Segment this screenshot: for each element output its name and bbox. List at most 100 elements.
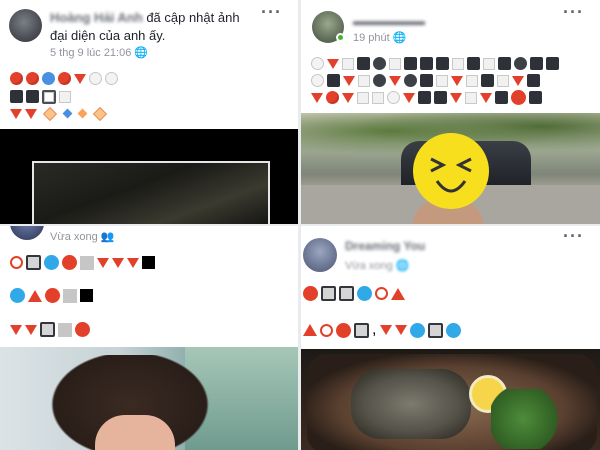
black-square-icon: [529, 91, 542, 105]
timestamp-text: Vừa xong: [50, 231, 98, 243]
post-photo[interactable]: [0, 129, 298, 224]
black-circle-icon: [514, 57, 527, 71]
post-card-top-left: Hoàng Hải Anh đã cập nhật ảnh đại diện c…: [0, 0, 298, 224]
white-square-icon: [389, 57, 401, 70]
hollow-red-circle-icon: [320, 323, 333, 337]
emoji-row-1: [10, 71, 121, 87]
emoji-row-3: [10, 322, 93, 338]
black-square-icon: [404, 57, 417, 71]
white-square-icon: [436, 74, 448, 87]
black-circle-icon: [373, 57, 386, 71]
globe-icon: 🌐: [134, 47, 149, 59]
post-timestamp[interactable]: Vừa xong 🌐: [345, 259, 410, 272]
black-square-icon: [10, 90, 23, 104]
red-triangle-up-icon: [28, 289, 42, 302]
emoji-row-3: [311, 90, 545, 106]
white-square-icon: [59, 90, 71, 103]
red-triangle-down-icon: [480, 92, 492, 103]
black-square-icon: [527, 74, 540, 88]
red-triangle-down-icon: [10, 108, 22, 119]
profile-photo-frame: [32, 161, 270, 224]
black-circle-icon: [373, 74, 386, 88]
red-triangle-down-icon: [10, 324, 22, 335]
collage: Hoàng Hải Anh đã cập nhật ảnh đại diện c…: [0, 0, 600, 450]
avatar[interactable]: [10, 226, 44, 240]
post-timestamp[interactable]: 19 phút 🌐: [353, 31, 406, 44]
white-square-icon: [466, 74, 478, 87]
author-name[interactable]: Hoàng Hải Anh: [50, 10, 143, 25]
red-circle-icon: [303, 286, 318, 302]
red-triangle-down-icon: [25, 108, 37, 119]
red-triangle-down-icon: [403, 92, 415, 103]
comma-text: ,: [372, 321, 377, 338]
red-triangle-down-icon: [512, 75, 524, 86]
white-square-icon: [465, 91, 477, 104]
blue-diamond-icon: [62, 108, 73, 119]
red-triangle-up-icon: [303, 324, 317, 336]
black-circle-icon: [404, 74, 417, 88]
timestamp-text: 5 thg 9 lúc 21:06: [50, 47, 132, 59]
framed-square-icon: [42, 89, 56, 104]
white-square-icon: [372, 91, 384, 104]
red-triangle-up-icon: [391, 287, 405, 300]
orange-diamond-icon: [92, 106, 108, 121]
more-options-icon[interactable]: ···: [563, 226, 584, 247]
red-triangle-down-icon: [342, 92, 354, 103]
black-square-icon: [495, 91, 508, 105]
orange-diamond-icon: [42, 106, 58, 121]
more-options-icon[interactable]: ···: [563, 2, 584, 23]
black-square-icon: [142, 256, 155, 270]
black-square-icon: [498, 57, 511, 71]
black-square-icon: [436, 57, 449, 71]
blue-circle-icon: [44, 255, 59, 271]
black-square-icon: [467, 57, 480, 71]
gray-square-icon: [63, 288, 77, 303]
blue-circle-icon: [446, 322, 462, 338]
white-square-icon: [357, 91, 369, 104]
black-square-icon: [434, 91, 447, 105]
black-square-icon: [420, 74, 433, 88]
avatar[interactable]: [9, 9, 42, 42]
red-triangle-down-icon: [451, 75, 463, 86]
emoji-row-2: [311, 73, 543, 89]
timestamp-text: Vừa xong: [345, 260, 393, 272]
red-triangle-down-icon: [74, 73, 86, 84]
post-timestamp[interactable]: 5 thg 9 lúc 21:06 🌐: [50, 46, 148, 59]
post-photo[interactable]: [301, 113, 600, 224]
action-text: đã cập nhật ảnh: [146, 10, 240, 25]
black-square-icon: [546, 57, 559, 71]
emoji-row-1: [10, 255, 158, 271]
post-photo[interactable]: [0, 347, 298, 450]
black-square-icon: [327, 74, 340, 88]
red-triangle-down-icon: [395, 325, 408, 335]
post-photo[interactable]: [301, 349, 600, 450]
black-square-icon: [26, 90, 39, 104]
black-square-icon: [357, 57, 370, 71]
black-square-icon: [80, 289, 93, 303]
author-name[interactable]: Dreaming You: [345, 239, 425, 253]
red-circle-icon: [326, 91, 339, 105]
white-circle-icon: [311, 57, 324, 71]
white-square-icon: [342, 57, 354, 70]
avatar[interactable]: [303, 238, 337, 272]
white-circle-icon: [105, 72, 118, 86]
action-text-2: đại diện của anh ấy.: [50, 28, 166, 43]
red-triangle-down-icon: [25, 324, 37, 335]
post-card-bottom-right: Dreaming You Vừa xong 🌐 ··· ,: [301, 226, 600, 450]
red-triangle-down-icon: [127, 257, 139, 268]
red-circle-icon: [75, 322, 90, 338]
framed-square-icon: [339, 286, 354, 302]
grilled-meat: [351, 369, 471, 439]
red-circle-icon: [511, 90, 526, 106]
author-name-blurred[interactable]: ▬▬▬▬▬▬: [353, 14, 425, 28]
blue-circle-icon: [410, 322, 426, 338]
red-triangle-down-icon: [343, 75, 355, 86]
red-triangle-down-icon: [327, 58, 339, 69]
black-square-icon: [420, 57, 433, 71]
post-timestamp[interactable]: Vừa xong 👥: [50, 230, 115, 243]
more-options-icon[interactable]: ···: [261, 2, 282, 23]
globe-icon: 🌐: [395, 260, 410, 272]
red-triangle-down-icon: [112, 257, 124, 268]
framed-square-icon: [40, 322, 55, 338]
hollow-red-circle-icon: [10, 256, 23, 270]
